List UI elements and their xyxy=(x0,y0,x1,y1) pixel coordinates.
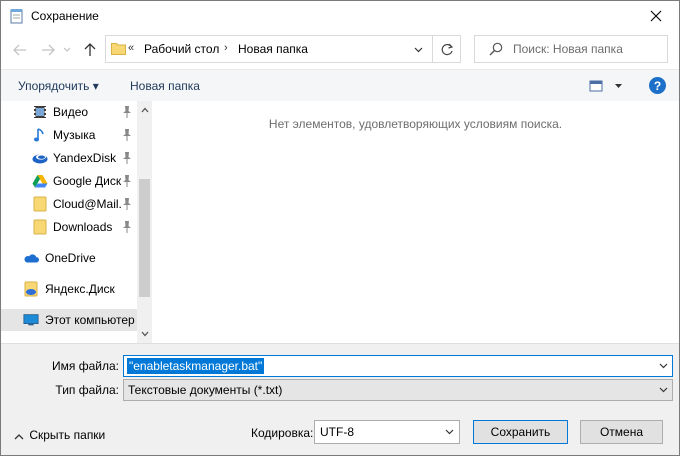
address-row: « Рабочий стол › Новая папка Поиск: Нова… xyxy=(1,31,679,69)
up-button[interactable] xyxy=(81,41,99,59)
google-drive-icon xyxy=(32,173,48,189)
address-overflow[interactable]: « xyxy=(128,42,134,54)
encoding-value: UTF-8 xyxy=(320,425,354,439)
recent-locations-button[interactable] xyxy=(61,41,73,59)
yandexdisk-icon xyxy=(32,150,48,166)
nav-item-downloads[interactable]: Downloads xyxy=(1,216,137,238)
computer-icon xyxy=(23,312,39,328)
filetype-value: Текстовые документы (*.txt) xyxy=(128,383,283,397)
scroll-down-button[interactable] xyxy=(137,327,152,341)
chevron-down-icon xyxy=(141,331,148,337)
pin-icon xyxy=(121,151,133,165)
nav-item-label: Downloads xyxy=(53,220,113,234)
search-icon xyxy=(489,42,503,56)
chevron-down-icon xyxy=(63,47,71,52)
help-button[interactable]: ? xyxy=(649,77,666,94)
chevron-up-icon xyxy=(141,107,148,113)
organize-button[interactable]: Упорядочить ▾ xyxy=(18,79,99,93)
save-options-panel: Имя файла: "enabletaskmanager.bat" Тип ф… xyxy=(1,343,679,455)
filename-field[interactable]: "enabletaskmanager.bat" xyxy=(123,355,673,377)
notepad-icon xyxy=(10,8,24,24)
pin-icon xyxy=(121,105,133,119)
pin-icon xyxy=(121,220,133,234)
nav-item-yandex-disk[interactable]: Яндекс.Диск xyxy=(1,278,137,300)
arrow-right-icon xyxy=(42,44,55,56)
nav-item-label: Музыка xyxy=(53,128,96,142)
breadcrumb-new-folder[interactable]: Новая папка xyxy=(238,42,308,56)
filetype-dropdown-button[interactable] xyxy=(656,383,670,397)
breadcrumb-separator-icon[interactable]: › xyxy=(224,42,228,54)
yandex-disk-icon xyxy=(23,281,39,297)
address-bar[interactable]: « Рабочий стол › Новая папка xyxy=(105,35,461,63)
empty-message: Нет элементов, удовлетворяющих условиям … xyxy=(268,117,563,131)
save-button[interactable]: Сохранить xyxy=(473,420,568,444)
back-button[interactable] xyxy=(11,41,29,59)
nav-item-label: Яндекс.Диск xyxy=(45,282,115,296)
nav-item-onedrive[interactable]: OneDrive xyxy=(1,247,137,269)
title-bar: Сохранение xyxy=(1,1,679,31)
view-icon xyxy=(589,80,622,92)
search-placeholder: Поиск: Новая папка xyxy=(513,42,623,56)
folder-icon xyxy=(32,196,48,212)
filetype-select[interactable]: Текстовые документы (*.txt) xyxy=(123,379,673,401)
file-list[interactable]: Нет элементов, удовлетворяющих условиям … xyxy=(152,101,679,343)
chevron-up-icon xyxy=(14,429,26,443)
toolbar: Упорядочить ▾ Новая папка ? xyxy=(1,69,679,103)
encoding-select[interactable]: UTF-8 xyxy=(314,420,460,444)
address-dropdown-button[interactable] xyxy=(408,42,428,58)
filetype-label: Тип файла: xyxy=(55,383,119,397)
refresh-button[interactable] xyxy=(432,36,461,62)
chevron-down-icon xyxy=(659,363,667,369)
new-folder-button[interactable]: Новая папка xyxy=(130,79,200,93)
filename-label: Имя файла: xyxy=(52,359,119,373)
pin-icon xyxy=(121,197,133,211)
nav-item-yandexdisk[interactable]: YandexDisk xyxy=(1,147,137,169)
refresh-icon xyxy=(441,43,453,55)
hide-folders-label: Скрыть папки xyxy=(29,428,106,442)
encoding-dropdown-button[interactable] xyxy=(442,425,456,439)
nav-scrollbar[interactable] xyxy=(137,101,152,343)
folder-icon xyxy=(111,42,126,55)
breadcrumb-desktop[interactable]: Рабочий стол xyxy=(144,42,219,56)
arrow-left-icon xyxy=(13,44,26,56)
scroll-thumb[interactable] xyxy=(139,179,150,297)
nav-item-video[interactable]: Видео xyxy=(1,101,137,123)
save-dialog: Сохранение « Рабочий стол › Новая папка xyxy=(0,0,680,456)
chevron-down-icon xyxy=(445,429,453,435)
chevron-down-icon xyxy=(659,387,667,393)
chevron-down-icon xyxy=(414,47,422,53)
filename-dropdown-button[interactable] xyxy=(656,359,670,373)
cancel-button[interactable]: Отмена xyxy=(580,420,663,444)
view-options-button[interactable] xyxy=(589,78,623,94)
filename-value[interactable]: "enabletaskmanager.bat" xyxy=(127,358,265,374)
close-icon xyxy=(650,10,662,22)
navigation-pane: Видео Музыка YandexDisk Google Диск Clou… xyxy=(1,101,152,343)
nav-item-google-drive[interactable]: Google Диск xyxy=(1,170,137,192)
encoding-label: Кодировка: xyxy=(251,426,314,440)
nav-item-label: Этот компьютер xyxy=(45,313,135,327)
close-button[interactable] xyxy=(633,1,679,31)
nav-item-label: Google Диск xyxy=(53,174,122,188)
scroll-up-button[interactable] xyxy=(137,103,152,117)
nav-item-music[interactable]: Музыка xyxy=(1,124,137,146)
nav-item-label: OneDrive xyxy=(45,251,96,265)
pin-icon xyxy=(121,174,133,188)
onedrive-icon xyxy=(23,250,39,266)
forward-button[interactable] xyxy=(39,41,57,59)
arrow-up-icon xyxy=(84,43,96,56)
nav-item-cloud-mail[interactable]: Cloud@Mail. xyxy=(1,193,137,215)
hide-folders-button[interactable]: Скрыть папки xyxy=(14,428,105,443)
nav-item-label: YandexDisk xyxy=(53,151,117,165)
video-icon xyxy=(32,104,48,120)
window-title: Сохранение xyxy=(31,9,99,23)
folder-icon xyxy=(32,219,48,235)
nav-item-label: Видео xyxy=(53,105,89,119)
nav-item-label: Cloud@Mail. xyxy=(53,197,122,211)
pin-icon xyxy=(121,128,133,142)
search-input[interactable]: Поиск: Новая папка xyxy=(474,35,668,63)
music-icon xyxy=(32,127,48,143)
nav-item-this-pc[interactable]: Этот компьютер xyxy=(1,309,137,331)
